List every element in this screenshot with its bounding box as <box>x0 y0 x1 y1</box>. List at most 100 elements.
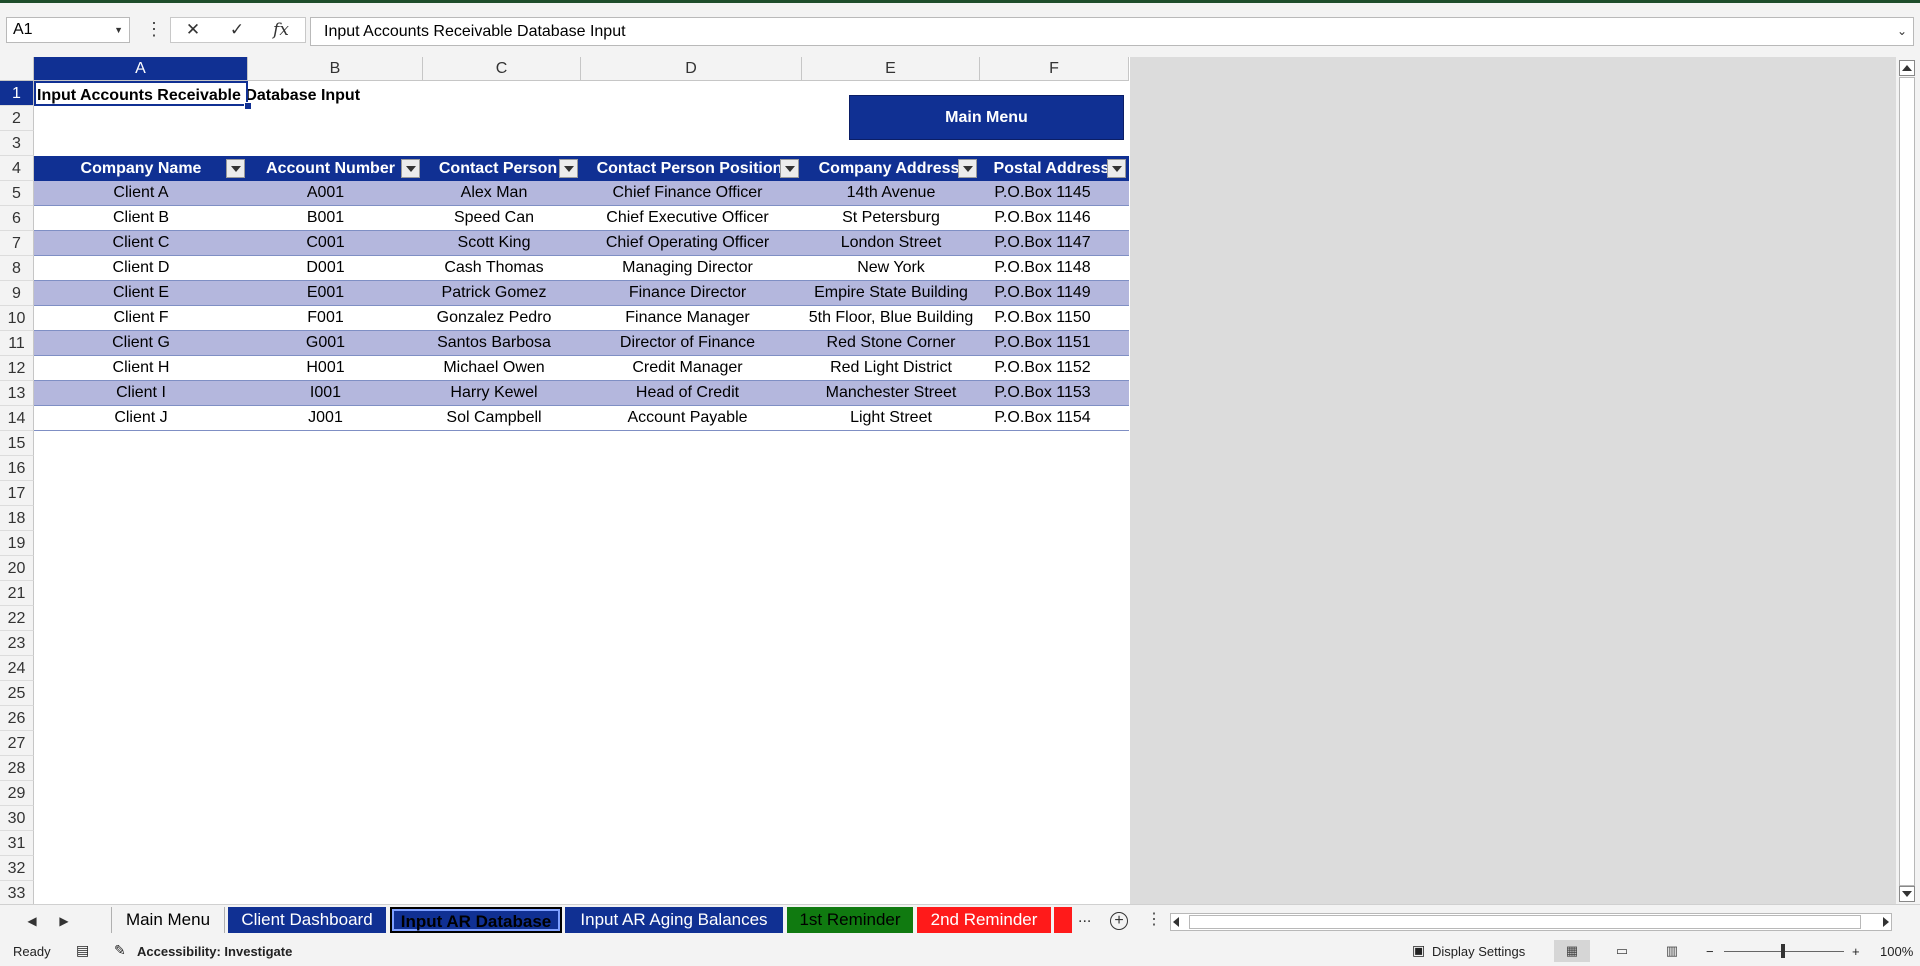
chevron-down-icon[interactable]: ▼ <box>114 18 123 42</box>
table-cell[interactable]: D001 <box>248 256 423 281</box>
more-tabs-button[interactable]: ... <box>1078 909 1091 927</box>
scroll-right-icon[interactable] <box>1883 917 1889 927</box>
table-cell[interactable]: Finance Manager <box>581 306 802 331</box>
previous-sheet-icon[interactable]: ◀ <box>24 911 40 931</box>
enter-icon[interactable]: ✓ <box>217 18 257 42</box>
horizontal-scrollbar[interactable] <box>1170 913 1892 931</box>
row-header[interactable]: 30 <box>0 806 34 831</box>
table-cell[interactable]: J001 <box>248 406 423 431</box>
table-cell[interactable]: P.O.Box 1153 <box>980 381 1129 406</box>
row-header[interactable]: 19 <box>0 531 34 556</box>
tab-2nd-reminder[interactable]: 2nd Reminder <box>917 907 1051 933</box>
row-header[interactable]: 2 <box>0 106 34 131</box>
table-cell[interactable]: Client I <box>34 381 248 406</box>
table-cell[interactable]: Managing Director <box>581 256 802 281</box>
tab-options-icon[interactable]: ⋮ <box>1146 909 1162 929</box>
table-cell[interactable]: P.O.Box 1148 <box>980 256 1129 281</box>
row-header[interactable]: 26 <box>0 706 34 731</box>
table-cell[interactable]: 5th Floor, Blue Building <box>802 306 980 331</box>
table-cell[interactable]: St Petersburg <box>802 206 980 231</box>
table-cell[interactable]: Head of Credit <box>581 381 802 406</box>
table-cell[interactable]: P.O.Box 1146 <box>980 206 1129 231</box>
cells-area[interactable]: Input Accounts Receivable Database Input… <box>34 81 1129 904</box>
table-cell[interactable]: Client C <box>34 231 248 256</box>
scroll-down-icon[interactable] <box>1899 886 1915 902</box>
row-header[interactable]: 31 <box>0 831 34 856</box>
table-cell[interactable]: London Street <box>802 231 980 256</box>
row-header[interactable]: 21 <box>0 581 34 606</box>
filter-dropdown-icon[interactable] <box>1107 159 1126 178</box>
tab-client-dashboard[interactable]: Client Dashboard <box>228 907 386 933</box>
row-header[interactable]: 1 <box>0 81 34 106</box>
column-header-f[interactable]: F <box>980 57 1129 81</box>
row-header[interactable]: 11 <box>0 331 34 356</box>
vertical-scroll-thumb[interactable] <box>1899 77 1915 886</box>
filter-dropdown-icon[interactable] <box>401 159 420 178</box>
table-cell[interactable]: H001 <box>248 356 423 381</box>
page-layout-view-icon[interactable]: ▭ <box>1604 940 1640 962</box>
column-header-a[interactable]: A <box>34 57 248 81</box>
table-cell[interactable]: Michael Owen <box>423 356 581 381</box>
row-header[interactable]: 7 <box>0 231 34 256</box>
table-cell[interactable]: P.O.Box 1151 <box>980 331 1129 356</box>
table-cell[interactable]: C001 <box>248 231 423 256</box>
insert-function-icon[interactable]: fx <box>261 18 301 42</box>
filter-dropdown-icon[interactable] <box>780 159 799 178</box>
row-header[interactable]: 13 <box>0 381 34 406</box>
filter-dropdown-icon[interactable] <box>958 159 977 178</box>
tab-overflow-red[interactable] <box>1054 907 1072 933</box>
table-cell[interactable]: Gonzalez Pedro <box>423 306 581 331</box>
table-cell[interactable]: Harry Kewel <box>423 381 581 406</box>
normal-view-icon[interactable]: ▦ <box>1554 940 1590 962</box>
tab-input-ar-aging-balances[interactable]: Input AR Aging Balances <box>565 907 783 933</box>
table-cell[interactable]: Red Stone Corner <box>802 331 980 356</box>
table-cell[interactable]: Scott King <box>423 231 581 256</box>
formula-input[interactable]: Input Accounts Receivable Database Input… <box>310 17 1914 46</box>
table-cell[interactable]: E001 <box>248 281 423 306</box>
row-header[interactable]: 33 <box>0 881 34 904</box>
column-header-e[interactable]: E <box>802 57 980 81</box>
table-cell[interactable]: Red Light District <box>802 356 980 381</box>
table-cell[interactable]: Patrick Gomez <box>423 281 581 306</box>
zoom-slider-thumb[interactable] <box>1781 944 1785 958</box>
name-box[interactable]: A1 ▼ <box>6 17 130 43</box>
scroll-up-icon[interactable] <box>1899 60 1915 76</box>
table-cell[interactable]: Client G <box>34 331 248 356</box>
tab-1st-reminder[interactable]: 1st Reminder <box>787 907 913 933</box>
vertical-scrollbar[interactable] <box>1896 57 1920 904</box>
table-cell[interactable]: Chief Executive Officer <box>581 206 802 231</box>
table-cell[interactable]: Account Payable <box>581 406 802 431</box>
macro-recording-icon[interactable]: ▤ <box>76 942 89 959</box>
zoom-out-button[interactable]: − <box>1706 944 1714 959</box>
table-cell[interactable]: P.O.Box 1147 <box>980 231 1129 256</box>
table-cell[interactable]: G001 <box>248 331 423 356</box>
table-cell[interactable]: Speed Can <box>423 206 581 231</box>
table-cell[interactable]: Client B <box>34 206 248 231</box>
table-cell[interactable]: P.O.Box 1152 <box>980 356 1129 381</box>
table-cell[interactable]: Credit Manager <box>581 356 802 381</box>
table-cell[interactable]: Empire State Building <box>802 281 980 306</box>
row-header[interactable]: 5 <box>0 181 34 206</box>
table-cell[interactable]: Finance Director <box>581 281 802 306</box>
row-header[interactable]: 23 <box>0 631 34 656</box>
row-header[interactable]: 15 <box>0 431 34 456</box>
row-header[interactable]: 32 <box>0 856 34 881</box>
table-cell[interactable]: P.O.Box 1145 <box>980 181 1129 206</box>
table-cell[interactable]: Chief Finance Officer <box>581 181 802 206</box>
table-cell[interactable]: New York <box>802 256 980 281</box>
display-settings-button[interactable]: Display Settings <box>1432 944 1525 959</box>
column-header-d[interactable]: D <box>581 57 802 81</box>
select-all-corner[interactable] <box>0 57 34 81</box>
tab-main-menu[interactable]: Main Menu <box>111 907 225 933</box>
row-header[interactable]: 12 <box>0 356 34 381</box>
filter-dropdown-icon[interactable] <box>559 159 578 178</box>
horizontal-scroll-thumb[interactable] <box>1189 915 1861 929</box>
row-header[interactable]: 10 <box>0 306 34 331</box>
row-header[interactable]: 25 <box>0 681 34 706</box>
table-cell[interactable]: Light Street <box>802 406 980 431</box>
table-cell[interactable]: A001 <box>248 181 423 206</box>
row-header[interactable]: 20 <box>0 556 34 581</box>
table-cell[interactable]: Client J <box>34 406 248 431</box>
row-header[interactable]: 16 <box>0 456 34 481</box>
table-cell[interactable]: Alex Man <box>423 181 581 206</box>
